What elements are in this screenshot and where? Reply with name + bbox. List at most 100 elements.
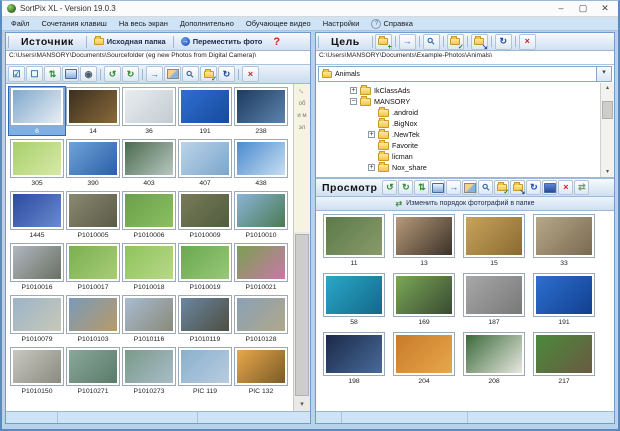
thumbnail-15[interactable]: 15 <box>459 214 529 267</box>
scrollbar-thumb[interactable] <box>602 101 613 119</box>
menu-item-3[interactable]: На весь экран <box>113 19 174 28</box>
zoom-icon[interactable]: ⚲ <box>422 33 440 50</box>
move-right-icon[interactable]: → <box>446 180 462 195</box>
move-right-icon[interactable]: → <box>398 33 416 50</box>
reorder-photos-button[interactable]: ⇄ Изменить порядок фотографий в папке <box>316 197 614 211</box>
thumbnail-169[interactable]: 169 <box>389 273 459 326</box>
thumbnail-P1010018[interactable]: P1010018 <box>121 243 177 291</box>
menu-item-4[interactable]: Дополнительно <box>174 19 240 28</box>
sort-order-icon[interactable]: ⇅ <box>414 180 430 195</box>
thumbnail-P1010021[interactable]: P1010021 <box>233 243 289 291</box>
thumbnail-191[interactable]: 191 <box>529 273 599 326</box>
new-folder-icon[interactable]: + <box>374 33 392 51</box>
thumbnail-PIC 132[interactable]: PIC 132 <box>233 347 289 395</box>
presentation-icon[interactable] <box>542 180 558 195</box>
tree-item-licman[interactable]: licman <box>316 150 614 162</box>
thumbnail-P1010005[interactable]: P1010005 <box>65 191 121 239</box>
thumbnail-P1010103[interactable]: P1010103 <box>65 295 121 343</box>
thumbnail-198[interactable]: 198 <box>319 332 389 385</box>
refresh-icon[interactable]: ↻ <box>494 33 512 50</box>
folder-target-icon[interactable]: ↘ <box>470 33 488 51</box>
move-photo-button[interactable]: → Переместить фото <box>176 37 268 46</box>
thumbnail-P1010079[interactable]: P1010079 <box>9 295 65 343</box>
move-right-icon[interactable]: → <box>146 66 163 82</box>
scroll-down-icon[interactable]: ▾ <box>294 399 310 411</box>
folder-ok-icon[interactable]: ✓ <box>494 180 510 196</box>
rotate-right-icon[interactable]: ↻ <box>398 180 414 195</box>
folder-target-icon[interactable]: ↘ <box>510 180 526 196</box>
select-none-icon[interactable]: ☐ <box>26 66 43 82</box>
thumbnail-P1010128[interactable]: P1010128 <box>233 295 289 343</box>
delete-icon[interactable]: × <box>518 33 536 50</box>
tree-scrollbar[interactable]: ▴ ▾ <box>600 83 614 177</box>
thumbnail-1445[interactable]: 1445 <box>9 191 65 239</box>
thumbnail-P1010150[interactable]: P1010150 <box>9 347 65 395</box>
thumbnail-P1010016[interactable]: P1010016 <box>9 243 65 291</box>
expander-icon[interactable]: + <box>350 87 357 94</box>
scroll-up-icon[interactable]: ▴ <box>601 83 614 93</box>
maximize-button[interactable]: ▢ <box>572 2 594 15</box>
rotate-left-icon[interactable]: ↺ <box>104 66 121 82</box>
expander-icon[interactable]: − <box>350 98 357 105</box>
thumbnail-58[interactable]: 58 <box>319 273 389 326</box>
refresh-icon[interactable]: ↻ <box>526 180 542 195</box>
tree-item-IkClassAds[interactable]: + IkClassAds <box>316 84 614 96</box>
rotate-left-icon[interactable]: ↺ <box>382 180 398 195</box>
thumbnail-PIC 119[interactable]: PIC 119 <box>177 347 233 395</box>
tree-item-MANSORY[interactable]: − MANSORY <box>316 95 614 107</box>
thumbnail-438[interactable]: 438 <box>233 139 289 187</box>
menu-item-7[interactable]: ? Справка <box>365 18 418 29</box>
tree-item-Favorite[interactable]: Favorite <box>316 139 614 151</box>
menu-item-1[interactable]: Файл <box>5 19 35 28</box>
thumbnail-36[interactable]: 36 <box>121 87 177 135</box>
reorder-icon[interactable]: ⇄ <box>574 180 590 195</box>
close-button[interactable]: ✕ <box>594 2 616 15</box>
thumbnail-P1010006[interactable]: P1010006 <box>121 191 177 239</box>
speaker-icon[interactable]: ◉ <box>80 66 97 82</box>
thumbnail-191[interactable]: 191 <box>177 87 233 135</box>
sort-order-icon[interactable]: ⇅ <box>44 66 61 82</box>
folder-ok-icon[interactable]: ✓ <box>446 33 464 51</box>
chevron-down-icon[interactable]: ▾ <box>596 67 611 81</box>
thumbnail-403[interactable]: 403 <box>121 139 177 187</box>
scroll-down-icon[interactable]: ▾ <box>601 167 614 177</box>
menu-item-6[interactable]: Настройки <box>317 19 366 28</box>
slideshow-icon[interactable] <box>62 66 79 82</box>
source-scrollbar[interactable]: ↔ об и м эл ▾ <box>293 84 310 411</box>
rotate-right-icon[interactable]: ↻ <box>122 66 139 82</box>
thumbnail-P1010116[interactable]: P1010116 <box>121 295 177 343</box>
thumbnail-P1010273[interactable]: P1010273 <box>121 347 177 395</box>
thumbnail-217[interactable]: 217 <box>529 332 599 385</box>
thumbnail-P1010010[interactable]: P1010010 <box>233 191 289 239</box>
thumbnail-33[interactable]: 33 <box>529 214 599 267</box>
tree-item-.android[interactable]: .android <box>316 106 614 118</box>
thumbnail-13[interactable]: 13 <box>389 214 459 267</box>
folder-ok-icon[interactable]: ✓ <box>200 66 217 83</box>
minimize-button[interactable]: – <box>550 2 572 15</box>
select-all-icon[interactable]: ☑ <box>8 66 25 82</box>
thumbnail-204[interactable]: 204 <box>389 332 459 385</box>
scrollbar-thumb[interactable] <box>295 234 309 396</box>
thumbnail-6[interactable]: 6 <box>8 86 66 136</box>
thumbnail-14[interactable]: 14 <box>65 87 121 135</box>
zoom-icon[interactable]: ⚲ <box>478 180 494 195</box>
thumbnail-P1010017[interactable]: P1010017 <box>65 243 121 291</box>
tree-item-.BigNox[interactable]: .BigNox <box>316 117 614 129</box>
thumbnail-P1010019[interactable]: P1010019 <box>177 243 233 291</box>
source-folder-button[interactable]: Исходная папка <box>89 36 171 46</box>
thumbnail-305[interactable]: 305 <box>9 139 65 187</box>
image-icon[interactable] <box>164 66 181 82</box>
tree-item-.NewTek[interactable]: + .NewTek <box>316 128 614 140</box>
menu-item-5[interactable]: Обучающее видео <box>240 19 317 28</box>
thumbnail-187[interactable]: 187 <box>459 273 529 326</box>
expander-icon[interactable]: + <box>368 164 375 171</box>
refresh-icon[interactable]: ↻ <box>218 66 235 82</box>
tree-item-Nox_share[interactable]: + Nox_share <box>316 161 614 173</box>
thumbnail-238[interactable]: 238 <box>233 87 289 135</box>
thumbnail-390[interactable]: 390 <box>65 139 121 187</box>
thumbnail-P1010271[interactable]: P1010271 <box>65 347 121 395</box>
image-icon[interactable] <box>462 180 478 195</box>
slideshow-icon[interactable] <box>430 180 446 195</box>
folder-combobox[interactable]: Animals ▾ <box>318 66 612 82</box>
thumbnail-208[interactable]: 208 <box>459 332 529 385</box>
